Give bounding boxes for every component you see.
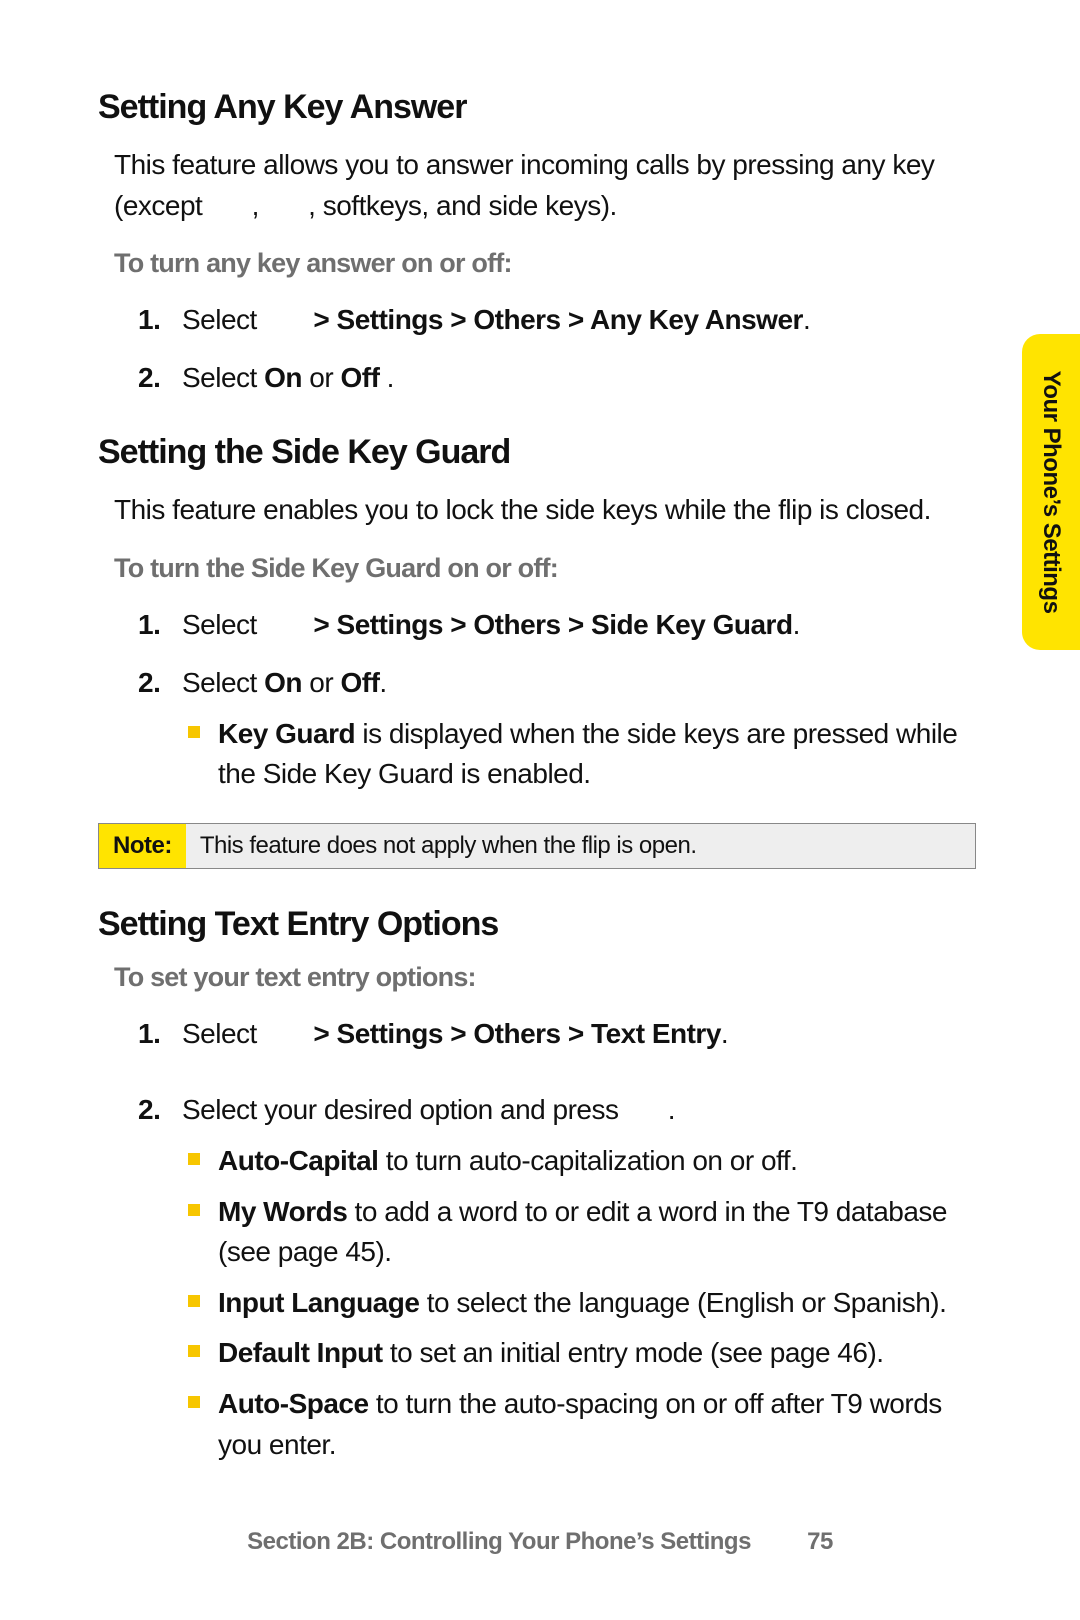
sub-heading: To turn any key answer on or off:	[114, 248, 976, 279]
step-1: 1. Select > Settings > Others > Side Key…	[138, 604, 976, 646]
note-text: This feature does not apply when the fli…	[186, 824, 975, 868]
sub-bullets: Key Guard is displayed when the side key…	[182, 714, 976, 795]
heading: Setting the Side Key Guard	[98, 433, 976, 472]
section-tab: Your Phone’s Settings	[1022, 334, 1080, 650]
steps-list: 1. Select > Settings > Others > Text Ent…	[138, 1013, 976, 1465]
step-2: 2. Select On or Off. Key Guard is displa…	[138, 662, 976, 795]
step-2: 2. Select On or Off .	[138, 357, 976, 399]
step-2: 2. Select your desired option and press …	[138, 1089, 976, 1465]
section-text-entry-options: Setting Text Entry Options To set your t…	[98, 905, 976, 1465]
option-item: My Words to add a word to or edit a word…	[182, 1192, 976, 1273]
note-label: Note:	[99, 824, 186, 868]
step-1: 1. Select > Settings > Others > Text Ent…	[138, 1013, 976, 1055]
page-number: 75	[807, 1528, 833, 1556]
section-side-key-guard: Setting the Side Key Guard This feature …	[98, 433, 976, 869]
page-footer: Section 2B: Controlling Your Phone’s Set…	[0, 1528, 1080, 1556]
option-item: Auto-Space to turn the auto-spacing on o…	[182, 1384, 976, 1465]
options-list: Auto-Capital to turn auto-capitalization…	[182, 1141, 976, 1465]
bullet-item: Key Guard is displayed when the side key…	[182, 714, 976, 795]
steps-list: 1. Select > Settings > Others > Any Key …	[138, 299, 976, 399]
intro-text: This feature allows you to answer incomi…	[114, 145, 976, 226]
steps-list: 1. Select > Settings > Others > Side Key…	[138, 604, 976, 795]
sub-heading: To set your text entry options:	[114, 962, 976, 993]
option-item: Input Language to select the language (E…	[182, 1283, 976, 1324]
step-1: 1. Select > Settings > Others > Any Key …	[138, 299, 976, 341]
heading: Setting Any Key Answer	[98, 88, 976, 127]
option-item: Auto-Capital to turn auto-capitalization…	[182, 1141, 976, 1182]
intro-text: This feature enables you to lock the sid…	[114, 490, 976, 531]
sub-heading: To turn the Side Key Guard on or off:	[114, 553, 976, 584]
manual-page: Your Phone’s Settings Setting Any Key An…	[0, 0, 1080, 1620]
heading: Setting Text Entry Options	[98, 905, 976, 944]
section-any-key-answer: Setting Any Key Answer This feature allo…	[98, 88, 976, 399]
section-tab-label: Your Phone’s Settings	[1037, 371, 1065, 614]
note-box: Note: This feature does not apply when t…	[98, 823, 976, 869]
option-item: Default Input to set an initial entry mo…	[182, 1333, 976, 1374]
footer-section-label: Section 2B: Controlling Your Phone’s Set…	[247, 1528, 751, 1555]
